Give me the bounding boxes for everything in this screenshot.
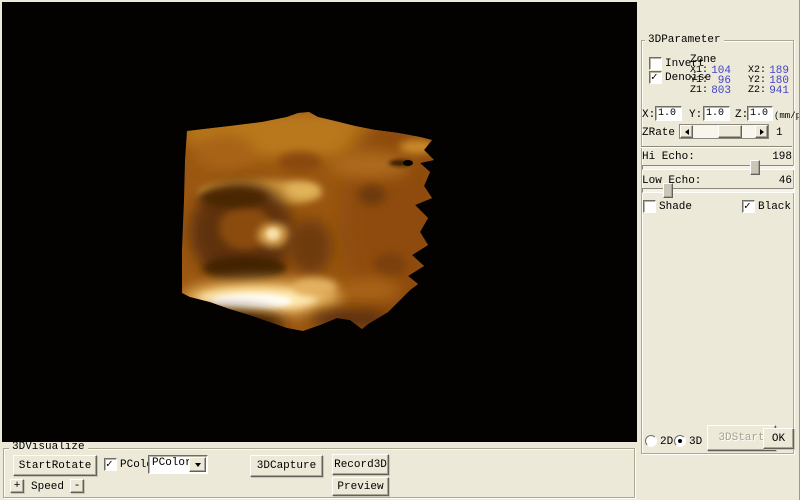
parameter-panel: 3DParameter Invert Denoise Zone X1: 104 … bbox=[637, 0, 800, 500]
hi-echo-slider-thumb[interactable] bbox=[750, 160, 760, 175]
speed-label: Speed bbox=[31, 482, 64, 493]
scale-x-label: X: bbox=[642, 110, 655, 121]
zone-z1-value: 803 bbox=[703, 86, 731, 97]
scale-z-input[interactable] bbox=[747, 106, 773, 121]
speed-minus-button[interactable]: - bbox=[70, 479, 84, 493]
scale-y-label: Y: bbox=[689, 110, 702, 121]
parameter-groupbox bbox=[641, 40, 794, 454]
zrate-label: ZRate bbox=[642, 128, 675, 139]
preview-button[interactable]: Preview bbox=[332, 477, 389, 496]
render-viewport[interactable] bbox=[2, 2, 637, 442]
app-window: 3DParameter Invert Denoise Zone X1: 104 … bbox=[0, 0, 800, 500]
record3d-button[interactable]: Record3D bbox=[332, 454, 389, 475]
speed-plus-button[interactable]: + bbox=[10, 479, 24, 493]
3dcapture-button[interactable]: 3DCapture bbox=[250, 455, 323, 477]
low-echo-slider-thumb[interactable] bbox=[663, 183, 673, 198]
pcolor-dropdown[interactable]: PColor bbox=[148, 455, 208, 474]
pcolor-checkbox[interactable] bbox=[104, 458, 117, 471]
denoise-checkbox[interactable] bbox=[649, 71, 662, 84]
scale-unit-label: (mm/p) bbox=[774, 111, 800, 122]
pcolor-dropdown-value: PColor bbox=[152, 458, 192, 469]
pcolor-dropdown-arrow-icon[interactable] bbox=[189, 457, 206, 472]
zrate-right-arrow-icon[interactable] bbox=[755, 125, 768, 138]
low-echo-value: 46 bbox=[747, 176, 792, 187]
visualize-panel: 3DVisualize StartRotate + Speed - PColor… bbox=[0, 442, 637, 500]
zrate-left-arrow-icon[interactable] bbox=[680, 125, 693, 138]
zone-z2-value: 941 bbox=[761, 86, 789, 97]
ok-button[interactable]: OK bbox=[763, 428, 794, 449]
divider bbox=[641, 146, 792, 148]
zrate-value: 1 bbox=[776, 128, 783, 139]
parameter-groupbox-title: 3DParameter bbox=[645, 35, 724, 46]
black-checkbox[interactable] bbox=[742, 200, 755, 213]
start-rotate-button[interactable]: StartRotate bbox=[13, 455, 97, 476]
shade-label: Shade bbox=[659, 202, 692, 213]
mode-2d-radio[interactable] bbox=[645, 435, 657, 447]
mode-2d-label: 2D bbox=[660, 437, 673, 448]
mode-3d-label: 3D bbox=[689, 437, 702, 448]
scale-y-input[interactable] bbox=[703, 106, 730, 121]
zrate-scrollbar[interactable] bbox=[679, 124, 769, 139]
scale-x-input[interactable] bbox=[655, 106, 682, 121]
zrate-thumb[interactable] bbox=[718, 125, 742, 138]
black-label: Black bbox=[758, 202, 791, 213]
hi-echo-label: Hi Echo: bbox=[642, 152, 695, 163]
ultrasound-volume-image bbox=[2, 2, 637, 442]
mode-3d-radio[interactable] bbox=[674, 435, 686, 447]
visualize-groupbox-title: 3DVisualize bbox=[9, 442, 88, 453]
hi-echo-slider-track[interactable] bbox=[642, 165, 794, 170]
invert-checkbox[interactable] bbox=[649, 57, 662, 70]
shade-checkbox[interactable] bbox=[643, 200, 656, 213]
